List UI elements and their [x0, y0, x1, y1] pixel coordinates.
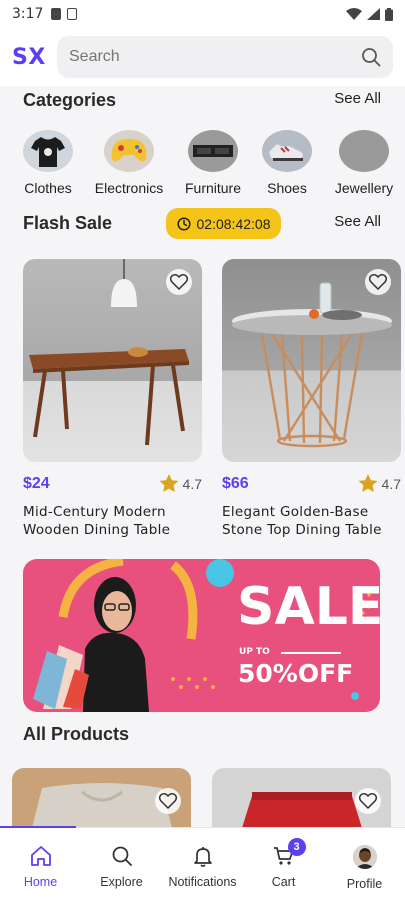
- banner-divider: [281, 652, 341, 654]
- product-price: $66: [222, 474, 249, 492]
- category-label: Jewellery: [334, 180, 394, 196]
- nav-label: Home: [23, 875, 58, 889]
- product-image[interactable]: [23, 259, 202, 462]
- status-bar: 3:17: [0, 0, 405, 28]
- banner-headline: SALE: [237, 577, 380, 637]
- star-icon: [358, 474, 378, 492]
- categories-header: Categories See All: [23, 90, 381, 111]
- product-name-line2: Wooden Dining Table: [23, 522, 171, 538]
- search-icon: [112, 846, 132, 866]
- clock-icon: [176, 216, 191, 231]
- product-card[interactable]: [12, 768, 191, 828]
- heart-icon: [159, 793, 177, 809]
- app-logo[interactable]: SX: [12, 45, 52, 70]
- home-icon: [30, 846, 51, 866]
- placeholder-image: [339, 130, 389, 172]
- category-clothes[interactable]: Clothes: [8, 130, 88, 196]
- heart-icon: [369, 274, 387, 290]
- category-label: Shoes: [267, 180, 307, 196]
- banner-discount: 50%OFF: [238, 659, 354, 688]
- nav-notifications[interactable]: Notifications: [162, 828, 243, 899]
- sale-banner[interactable]: SALE UP TO 50%OFF: [23, 559, 380, 712]
- categories-title: Categories: [23, 90, 117, 110]
- cart-badge: 3: [287, 838, 306, 856]
- bell-icon: [193, 847, 212, 867]
- tv-console-image: [188, 130, 238, 172]
- product-name-line2: Stone Top Dining Table: [222, 522, 382, 538]
- category-label: Clothes: [24, 180, 72, 196]
- product-name: Mid-Century Modern Wooden Dining Table: [23, 503, 202, 539]
- category-label: Furniture: [184, 180, 242, 196]
- nav-explore[interactable]: Explore: [81, 828, 162, 899]
- nav-home[interactable]: Home: [0, 828, 81, 899]
- heart-icon: [170, 274, 188, 290]
- flash-sale-timer: 02:08:42:08: [166, 208, 281, 239]
- product-card[interactable]: [212, 768, 391, 828]
- category-jewellery[interactable]: Jewellery: [324, 130, 404, 196]
- nav-label: Profile: [346, 877, 383, 891]
- sneakers-image: [262, 130, 312, 172]
- product-price: $24: [23, 474, 50, 492]
- notification-app-icon: [67, 8, 78, 20]
- nav-label: Cart: [271, 875, 296, 889]
- nav-label: Notifications: [168, 875, 237, 889]
- heart-icon: [359, 793, 377, 809]
- product-card[interactable]: $66 4.7 Elegant Golden-Base Stone Top Di…: [222, 259, 401, 539]
- sim-icon: [51, 8, 62, 20]
- wifi-icon: [346, 8, 362, 20]
- avatar: [352, 845, 377, 869]
- favorite-button[interactable]: [355, 788, 381, 814]
- product-rating: 4.7: [159, 474, 202, 493]
- banner-up-to: UP TO: [239, 647, 270, 657]
- battery-icon: [385, 7, 393, 21]
- star-icon: [159, 474, 179, 492]
- category-furniture[interactable]: Furniture: [173, 130, 253, 196]
- nav-profile[interactable]: Profile: [324, 828, 405, 899]
- bottom-navigation: Home Explore Notifications 3 Cart Profil…: [0, 826, 405, 899]
- search-icon[interactable]: [361, 47, 381, 67]
- status-time: 3:17: [12, 6, 44, 22]
- search-bar[interactable]: [57, 36, 393, 78]
- timer-value: 02:08:42:08: [196, 215, 271, 232]
- favorite-button[interactable]: [155, 788, 181, 814]
- gamepad-image: [104, 130, 154, 172]
- price-row: $24 4.7: [23, 474, 202, 493]
- signal-icon: [367, 8, 380, 20]
- favorite-button[interactable]: [166, 269, 192, 295]
- nav-cart[interactable]: 3 Cart: [243, 828, 324, 899]
- product-name-line1: Mid-Century Modern: [23, 504, 166, 520]
- category-list: Clothes Electronics Furniture Shoes Jewe…: [0, 130, 405, 200]
- product-rating: 4.7: [358, 474, 401, 493]
- categories-see-all-link[interactable]: See All: [334, 90, 381, 107]
- product-card[interactable]: $24 4.7 Mid-Century Modern Wooden Dining…: [23, 259, 202, 539]
- rating-value: 4.7: [182, 475, 202, 492]
- product-name-line1: Elegant Golden-Base: [222, 504, 369, 520]
- product-image[interactable]: [222, 259, 401, 462]
- category-label: Electronics: [94, 180, 164, 196]
- search-input[interactable]: [69, 48, 361, 66]
- category-electronics[interactable]: Electronics: [89, 130, 169, 196]
- price-row: $66 4.7: [222, 474, 401, 493]
- app-header: SX: [0, 28, 405, 86]
- nav-label: Explore: [100, 875, 143, 889]
- category-shoes[interactable]: Shoes: [247, 130, 327, 196]
- flash-sale-title: Flash Sale: [23, 213, 113, 233]
- tshirt-image: [23, 130, 73, 172]
- rating-value: 4.7: [381, 475, 401, 492]
- favorite-button[interactable]: [365, 269, 391, 295]
- flash-sale-see-all-link[interactable]: See All: [334, 213, 381, 230]
- product-name: Elegant Golden-Base Stone Top Dining Tab…: [222, 503, 401, 539]
- all-products-title: All Products: [23, 724, 130, 744]
